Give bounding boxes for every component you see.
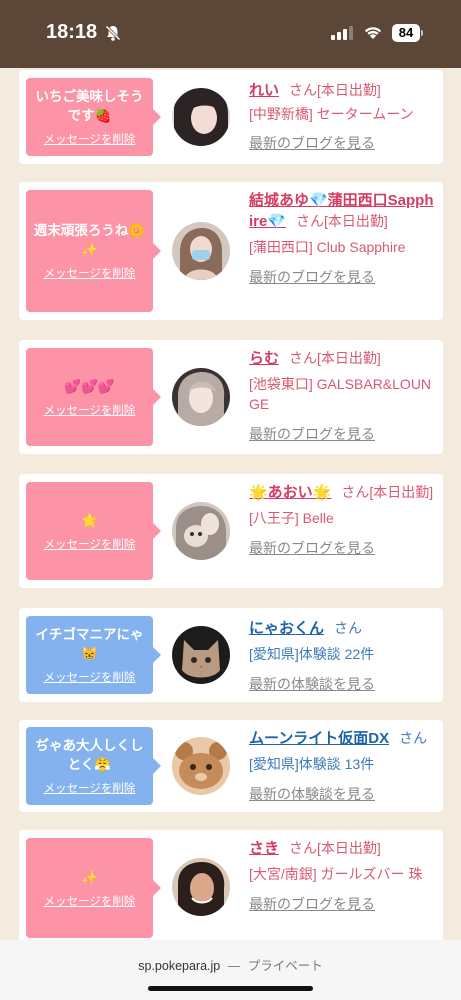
shop-label: [中野新橋] セータームーン bbox=[249, 106, 414, 122]
message-text: ぢゃあ大人しくしとく😤 bbox=[35, 738, 144, 772]
review-count-label: [愛知県]体験談 13件 bbox=[249, 756, 375, 772]
message-text: 💕💕💕 bbox=[64, 378, 115, 394]
entry-info: さき さん[本日出勤] [大宮/南銀] ガールズバー 珠 最新のブログを見る bbox=[249, 838, 435, 914]
avatar[interactable] bbox=[172, 502, 230, 560]
message-bubble: イチゴマニアにゃ😸 メッセージを削除 bbox=[26, 616, 161, 694]
user-name-link[interactable]: ムーンライト仮面DX bbox=[249, 730, 389, 747]
avatar[interactable] bbox=[172, 368, 230, 426]
shop-label: [八王子] Belle bbox=[249, 510, 334, 526]
entry-info: らむ さん[本日出勤] [池袋東口] GALSBAR&LOUNGE 最新のブログを… bbox=[249, 348, 435, 444]
name-line: ムーンライト仮面DX さん bbox=[249, 728, 435, 749]
avatar[interactable] bbox=[172, 737, 230, 795]
battery-icon: 84 bbox=[392, 24, 420, 42]
status-time: 18:18 bbox=[46, 21, 98, 43]
delete-message-link[interactable]: メッセージを削除 bbox=[44, 131, 136, 147]
message-card: いちご美味しそうです🍓 メッセージを削除 れい さん[本日出勤] [中野新橋] セ… bbox=[19, 70, 443, 164]
name-line: さき さん[本日出勤] bbox=[249, 838, 435, 859]
message-bubble: 週末頑張ろうね🌼✨ メッセージを削除 bbox=[26, 190, 161, 312]
message-card: イチゴマニアにゃ😸 メッセージを削除 にゃおくん さん [愛知県]体験談 22件 … bbox=[19, 608, 443, 702]
entry-info: 🌟あおい🌟 さん[本日出勤] [八王子] Belle 最新のブログを見る bbox=[249, 482, 435, 558]
latest-blog-link[interactable]: 最新のブログを見る bbox=[249, 424, 435, 444]
shop-label: [池袋東口] GALSBAR&LOUNGE bbox=[249, 376, 432, 412]
bell-slash-icon bbox=[104, 24, 122, 42]
battery-tip bbox=[421, 30, 423, 36]
message-bubble: ぢゃあ大人しくしとく😤 メッセージを削除 bbox=[26, 727, 161, 805]
name-suffix: さん[本日出勤] bbox=[341, 484, 434, 500]
avatar[interactable] bbox=[172, 858, 230, 916]
signal-icon bbox=[331, 26, 353, 40]
latest-blog-link[interactable]: 最新のブログを見る bbox=[249, 538, 435, 558]
url-text: sp.pokepara.jp bbox=[138, 959, 221, 973]
user-name-link[interactable]: にゃおくん bbox=[249, 620, 324, 637]
message-text: いちご美味しそうです🍓 bbox=[35, 89, 144, 123]
message-text: ✨ bbox=[81, 869, 98, 885]
name-line: にゃおくん さん bbox=[249, 618, 435, 639]
delete-message-link[interactable]: メッセージを削除 bbox=[44, 780, 136, 796]
latest-review-link[interactable]: 最新の体験談を見る bbox=[249, 784, 435, 804]
name-suffix: さん[本日出勤] bbox=[289, 82, 381, 98]
cast-name-link[interactable]: れい bbox=[249, 82, 279, 99]
name-line: らむ さん[本日出勤] bbox=[249, 348, 435, 369]
message-feed[interactable]: いちご美味しそうです🍓 メッセージを削除 れい さん[本日出勤] [中野新橋] セ… bbox=[0, 68, 461, 940]
message-card: 🌟 メッセージを削除 🌟あおい🌟 さん[本日出勤] [八王子] Belle 最新の… bbox=[19, 474, 443, 588]
cast-name-link[interactable]: 🌟あおい🌟 bbox=[249, 484, 331, 501]
name-line: 🌟あおい🌟 さん[本日出勤] bbox=[249, 482, 435, 503]
address-bar[interactable]: sp.pokepara.jp — プライベート bbox=[0, 955, 461, 974]
home-indicator[interactable] bbox=[148, 986, 313, 991]
avatar[interactable] bbox=[172, 88, 230, 146]
message-card: ✨ メッセージを削除 さき さん[本日出勤] [大宮/南銀] ガールズバー 珠 最… bbox=[19, 830, 443, 940]
review-count-label: [愛知県]体験談 22件 bbox=[249, 646, 375, 662]
message-card: 週末頑張ろうね🌼✨ メッセージを削除 結城あゆ💎蒲田西口Sapphire💎 さん[… bbox=[19, 182, 443, 320]
delete-message-link[interactable]: メッセージを削除 bbox=[44, 402, 136, 418]
shop-label: [蒲田西口] Club Sapphire bbox=[249, 239, 406, 255]
message-bubble: ✨ メッセージを削除 bbox=[26, 838, 161, 938]
cast-name-link[interactable]: らむ bbox=[249, 350, 279, 367]
shop-label: [大宮/南銀] ガールズバー 珠 bbox=[249, 866, 423, 882]
private-mode-label: プライベート bbox=[247, 959, 323, 973]
entry-info: にゃおくん さん [愛知県]体験談 22件 最新の体験談を見る bbox=[249, 618, 435, 694]
message-bubble: いちご美味しそうです🍓 メッセージを削除 bbox=[26, 78, 161, 156]
name-suffix: さん bbox=[399, 730, 428, 746]
entry-info: れい さん[本日出勤] [中野新橋] セータームーン 最新のブログを見る bbox=[249, 80, 435, 153]
message-text: 🌟 bbox=[81, 512, 98, 528]
message-text: イチゴマニアにゃ😸 bbox=[35, 627, 144, 661]
name-suffix: さん[本日出勤] bbox=[296, 213, 388, 229]
browser-bottom-bar: sp.pokepara.jp — プライベート bbox=[0, 940, 461, 1000]
entry-info: ムーンライト仮面DX さん [愛知県]体験談 13件 最新の体験談を見る bbox=[249, 728, 435, 804]
name-suffix: さん bbox=[334, 620, 363, 636]
avatar[interactable] bbox=[172, 222, 230, 280]
entry-info: 結城あゆ💎蒲田西口Sapphire💎 さん[本日出勤] [蒲田西口] Club S… bbox=[249, 190, 435, 287]
message-card: 💕💕💕 メッセージを削除 らむ さん[本日出勤] [池袋東口] GALSBAR&L… bbox=[19, 340, 443, 454]
message-bubble: 🌟 メッセージを削除 bbox=[26, 482, 161, 580]
name-line: 結城あゆ💎蒲田西口Sapphire💎 さん[本日出勤] bbox=[249, 190, 435, 232]
name-suffix: さん[本日出勤] bbox=[289, 840, 381, 856]
delete-message-link[interactable]: メッセージを削除 bbox=[44, 893, 136, 909]
message-card: ぢゃあ大人しくしとく😤 メッセージを削除 ムーンライト仮面DX さん [愛知県]体… bbox=[19, 720, 443, 812]
message-bubble: 💕💕💕 メッセージを削除 bbox=[26, 348, 161, 446]
cast-name-link[interactable]: さき bbox=[249, 840, 279, 857]
latest-blog-link[interactable]: 最新のブログを見る bbox=[249, 894, 435, 914]
latest-blog-link[interactable]: 最新のブログを見る bbox=[249, 133, 435, 153]
latest-blog-link[interactable]: 最新のブログを見る bbox=[249, 267, 435, 287]
wifi-icon bbox=[364, 27, 382, 39]
status-bar: 18:18 84 bbox=[0, 0, 461, 68]
delete-message-link[interactable]: メッセージを削除 bbox=[44, 669, 136, 685]
url-separator: — bbox=[227, 959, 241, 973]
message-text: 週末頑張ろうね🌼✨ bbox=[33, 223, 146, 257]
avatar[interactable] bbox=[172, 626, 230, 684]
name-line: れい さん[本日出勤] bbox=[249, 80, 435, 101]
name-suffix: さん[本日出勤] bbox=[289, 350, 381, 366]
latest-review-link[interactable]: 最新の体験談を見る bbox=[249, 674, 435, 694]
delete-message-link[interactable]: メッセージを削除 bbox=[44, 265, 136, 281]
delete-message-link[interactable]: メッセージを削除 bbox=[44, 536, 136, 552]
